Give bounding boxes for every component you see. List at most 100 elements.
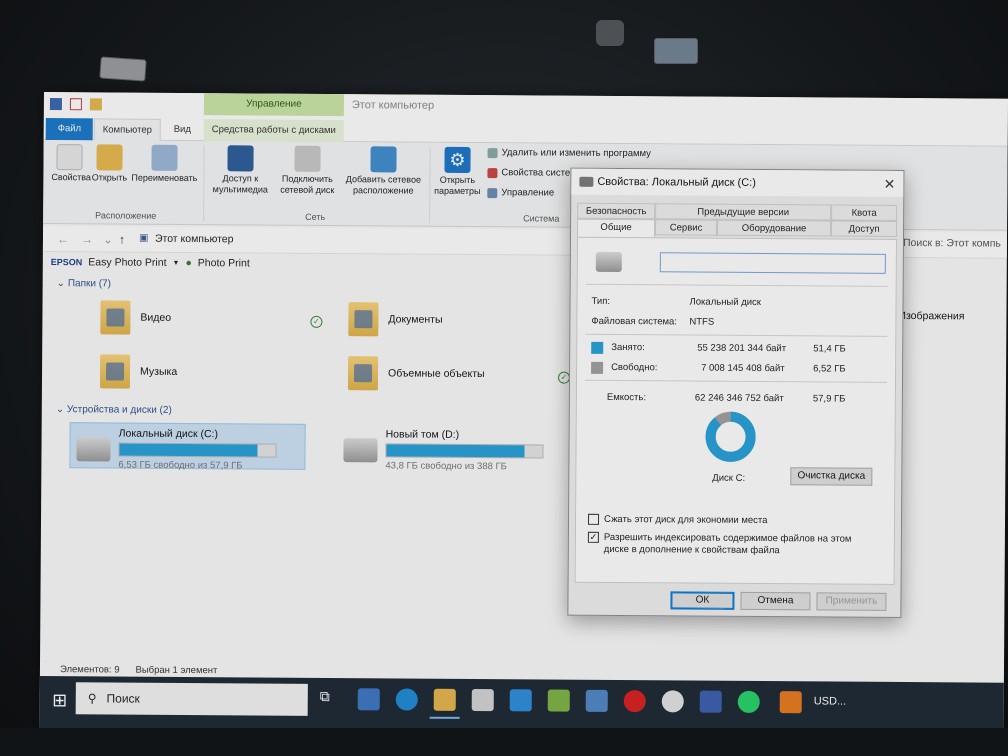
index-checkbox[interactable]: ✓ bbox=[587, 531, 599, 543]
windows-start-icon[interactable]: ⊞ bbox=[46, 686, 74, 714]
opera-icon[interactable] bbox=[623, 690, 646, 713]
folders-header[interactable]: ⌄ Папки (7) bbox=[57, 278, 111, 289]
dropdown-arrow-icon[interactable]: ▼ bbox=[173, 259, 180, 266]
open-settings-button[interactable]: ⚙ Открыть параметры bbox=[431, 146, 483, 197]
tab-computer[interactable]: Компьютер bbox=[93, 118, 161, 141]
calculator-icon[interactable] bbox=[585, 689, 608, 712]
drive-free-space: 43,8 ГБ свободно из 388 ГБ bbox=[385, 460, 507, 473]
forward-arrow-icon[interactable]: → bbox=[81, 232, 93, 246]
disk-cleanup-button[interactable]: Очистка диска bbox=[790, 467, 873, 486]
drive-name-input[interactable] bbox=[659, 252, 886, 274]
taskbar: ⊞ ⚲ Поиск ⧉ USD... bbox=[39, 675, 1004, 735]
drive-d[interactable]: Новый том (D:) 43,8 ГБ свободно из 388 Г… bbox=[337, 424, 557, 472]
epson-logo: EPSON bbox=[50, 257, 83, 268]
task-view-icon[interactable]: ⧉ bbox=[320, 688, 342, 710]
photo-print-button[interactable]: Photo Print bbox=[198, 257, 250, 269]
tab-general[interactable]: Общие bbox=[577, 218, 656, 238]
capacity-label: Емкость: bbox=[606, 391, 647, 404]
tab-tools[interactable]: Сервис bbox=[655, 219, 718, 236]
folder-3d-objects[interactable]: Объемные объекты bbox=[347, 356, 485, 391]
easy-photo-print-button[interactable]: Easy Photo Print bbox=[88, 256, 166, 269]
tab-security[interactable]: Безопасность bbox=[577, 202, 656, 220]
hard-drive-icon bbox=[595, 251, 622, 273]
free-label: Свободно: bbox=[611, 361, 658, 374]
divider bbox=[585, 333, 888, 337]
divider bbox=[585, 283, 888, 287]
taskbar-search[interactable]: ⚲ Поиск bbox=[75, 682, 308, 716]
system-properties-button[interactable]: Свойства системы bbox=[487, 167, 584, 179]
address-path[interactable]: Этот компьютер bbox=[155, 233, 234, 246]
up-arrow-icon[interactable]: ↑ bbox=[119, 233, 125, 247]
computer-icon: ▣ bbox=[138, 232, 149, 244]
used-label: Занято: bbox=[611, 341, 645, 354]
whatsapp-icon[interactable] bbox=[737, 690, 760, 714]
index-label: Разрешить индексировать содержимое файло… bbox=[603, 531, 852, 557]
add-location-label: Добавить сетевое расположение bbox=[345, 174, 422, 196]
tab-hardware[interactable]: Оборудование bbox=[717, 219, 832, 237]
capacity-gb: 57,9 ГБ bbox=[812, 393, 846, 405]
music-icon[interactable] bbox=[661, 690, 684, 713]
folder-documents[interactable]: Документы bbox=[348, 302, 443, 337]
tab-view[interactable]: Вид bbox=[166, 119, 199, 141]
close-icon[interactable]: ✕ bbox=[884, 171, 896, 197]
apply-button[interactable]: Применить bbox=[816, 592, 887, 611]
folder-music[interactable]: Музыка bbox=[99, 354, 177, 389]
window-title: Этот компьютер bbox=[351, 99, 435, 112]
dialog-title-bar[interactable]: Свойства: Локальный диск (C:) ✕ bbox=[571, 168, 904, 198]
file-explorer-icon[interactable] bbox=[433, 688, 456, 711]
folder-icon[interactable] bbox=[89, 98, 102, 111]
recent-chevron-icon[interactable]: ⌄ bbox=[103, 232, 113, 246]
screen: Управление Этот компьютер Файл Компьютер… bbox=[39, 92, 1008, 735]
used-gb: 51,4 ГБ bbox=[813, 343, 846, 355]
tab-file[interactable]: Файл bbox=[45, 118, 94, 141]
disk-usage-donut bbox=[705, 411, 756, 462]
chevron-down-icon: ⌄ bbox=[56, 278, 68, 290]
documents-folder-icon bbox=[348, 302, 379, 337]
rename-button[interactable]: Переименовать bbox=[129, 144, 199, 184]
group-system: Система bbox=[523, 213, 560, 224]
back-arrow-icon[interactable]: ← bbox=[57, 232, 69, 246]
uninstall-button[interactable]: Удалить или изменить программу bbox=[487, 147, 651, 159]
manage-icon bbox=[487, 187, 498, 198]
rename-label: Переименовать bbox=[131, 172, 198, 184]
media-access-button[interactable]: Доступ к мультимедиа bbox=[207, 145, 273, 195]
app-icon[interactable] bbox=[49, 98, 62, 111]
manage-button[interactable]: Управление bbox=[487, 187, 555, 199]
mail-icon[interactable] bbox=[509, 689, 532, 712]
compress-checkbox[interactable] bbox=[587, 513, 600, 525]
ok-button[interactable]: ОК bbox=[670, 591, 735, 610]
folder-video[interactable]: Видео bbox=[100, 300, 171, 335]
free-bytes: 7 008 145 408 байт bbox=[701, 362, 785, 375]
rename-icon bbox=[151, 144, 178, 171]
checkmark-icon[interactable] bbox=[69, 98, 82, 111]
search-input[interactable]: Поиск в: Этот компь bbox=[903, 237, 1001, 250]
map-drive-button[interactable]: Подключить сетевой диск bbox=[275, 145, 339, 196]
store-icon[interactable] bbox=[471, 689, 494, 712]
epson-toolbar: EPSON Easy Photo Print ▼ ● Photo Print bbox=[51, 256, 250, 269]
properties-button[interactable]: Свойства bbox=[51, 144, 91, 183]
cancel-button[interactable]: Отмена bbox=[740, 591, 811, 611]
tab-sharing[interactable]: Доступ bbox=[831, 220, 898, 237]
compress-label: Сжать этот диск для экономии места bbox=[603, 513, 768, 527]
folder-pictures[interactable]: Изображения bbox=[898, 310, 964, 322]
open-button[interactable]: Открыть bbox=[91, 144, 127, 183]
open-folder-icon bbox=[96, 144, 123, 171]
folder-label: Изображения bbox=[898, 309, 965, 323]
tray-currency[interactable]: USD... bbox=[814, 695, 846, 707]
devices-header[interactable]: ⌄ Устройства и диски (2) bbox=[56, 404, 172, 416]
active-app-indicator bbox=[429, 716, 460, 719]
tab-drive-tools[interactable]: Средства работы с дисками bbox=[203, 119, 344, 143]
edge-icon[interactable] bbox=[395, 688, 418, 711]
app-icon[interactable] bbox=[357, 688, 380, 711]
manage-label: Управление bbox=[501, 187, 555, 199]
add-network-location-button[interactable]: Добавить сетевое расположение bbox=[341, 146, 425, 197]
tab-quota[interactable]: Квота bbox=[831, 204, 898, 221]
item-count: Элементов: 9 bbox=[59, 664, 120, 676]
general-panel: Тип: Локальный диск Файловая система: NT… bbox=[574, 236, 897, 585]
open-settings-label: Открыть параметры bbox=[434, 174, 481, 197]
tab-previous-versions[interactable]: Предыдущие версии bbox=[655, 203, 832, 221]
save-icon[interactable] bbox=[699, 690, 722, 713]
drive-c[interactable]: Локальный диск (C:) 6,53 ГБ свободно из … bbox=[69, 422, 306, 471]
currency-icon[interactable] bbox=[779, 691, 802, 714]
game-icon[interactable] bbox=[547, 689, 570, 712]
